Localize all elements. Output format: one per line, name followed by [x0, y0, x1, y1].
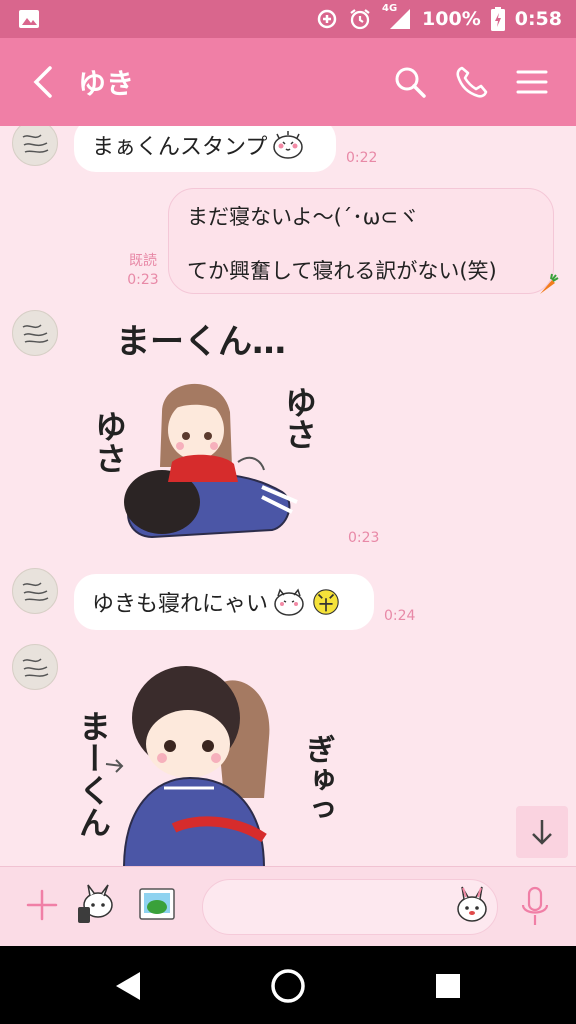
alarm-icon — [350, 9, 370, 30]
message-time: 0:22 — [346, 150, 378, 166]
recents-nav-icon[interactable] — [430, 968, 466, 1004]
sticker-image[interactable]: まーくん… ゆさ ゆさ — [74, 306, 334, 556]
message-bubble-incoming[interactable]: まぁくんスタンプ — [74, 126, 336, 172]
message-text-line: まだ寝ないよ〜(´･ω⊂ヾ — [187, 205, 419, 229]
search-icon[interactable] — [392, 64, 428, 100]
laugh-emoji-icon — [313, 589, 339, 615]
sticker-drawing — [105, 666, 270, 866]
read-receipt: 既読 0:23 — [127, 253, 159, 288]
system-navigation-bar — [0, 946, 576, 1024]
message-text: ゆきも寝れにゃい — [92, 592, 269, 617]
photo-icon[interactable] — [136, 883, 178, 925]
phone-icon[interactable] — [454, 64, 490, 100]
message-bubble-incoming[interactable]: ゆきも寝れにゃい — [74, 574, 374, 630]
battery-icon — [490, 7, 505, 31]
chat-area[interactable]: まぁくんスタンプ 0:22 既読 0:23 まだ寝ないよ〜(´･ω⊂ヾ てか興奮… — [0, 126, 576, 866]
avatar[interactable] — [12, 126, 58, 166]
bear-emoji-icon — [273, 131, 304, 159]
avatar[interactable] — [12, 568, 58, 614]
chat-title: ゆき — [78, 67, 135, 100]
avatar[interactable] — [12, 310, 58, 356]
carrot-emoji-icon — [540, 273, 559, 294]
microphone-icon[interactable] — [518, 885, 552, 927]
message-input-bar — [0, 866, 576, 946]
menu-icon[interactable] — [514, 64, 550, 100]
message-text-line: てか興奮して寝れる訳がない(笑) — [187, 259, 497, 283]
plus-icon[interactable] — [24, 887, 60, 923]
battery-percent: 100% — [422, 8, 481, 30]
clock: 0:58 — [514, 8, 562, 30]
sticker-drawing — [124, 383, 298, 539]
message-bubble-outgoing[interactable]: まだ寝ないよ〜(´･ω⊂ヾ てか興奮して寝れる訳がない(笑) — [168, 188, 554, 294]
message-time: 0:24 — [384, 608, 416, 624]
scroll-down-icon[interactable] — [516, 806, 568, 858]
back-icon[interactable] — [28, 64, 58, 100]
data-saver-icon — [317, 9, 337, 29]
emoji-picker-icon[interactable] — [452, 885, 492, 925]
image-icon — [19, 10, 39, 28]
status-bar: 4G 100% 0:58 — [0, 0, 576, 38]
home-nav-icon[interactable] — [270, 968, 306, 1004]
message-time: 0:23 — [348, 530, 380, 546]
chat-header: ゆき — [0, 38, 576, 126]
sticker-image[interactable]: まーくん ぎゅっ — [66, 648, 346, 866]
avatar[interactable] — [12, 644, 58, 690]
message-text: まぁくんスタンプ — [92, 135, 268, 160]
signal-icon — [390, 9, 411, 29]
back-nav-icon[interactable] — [110, 968, 146, 1004]
sticker-picker-icon[interactable] — [74, 883, 116, 925]
cat-emoji-icon — [274, 588, 304, 616]
